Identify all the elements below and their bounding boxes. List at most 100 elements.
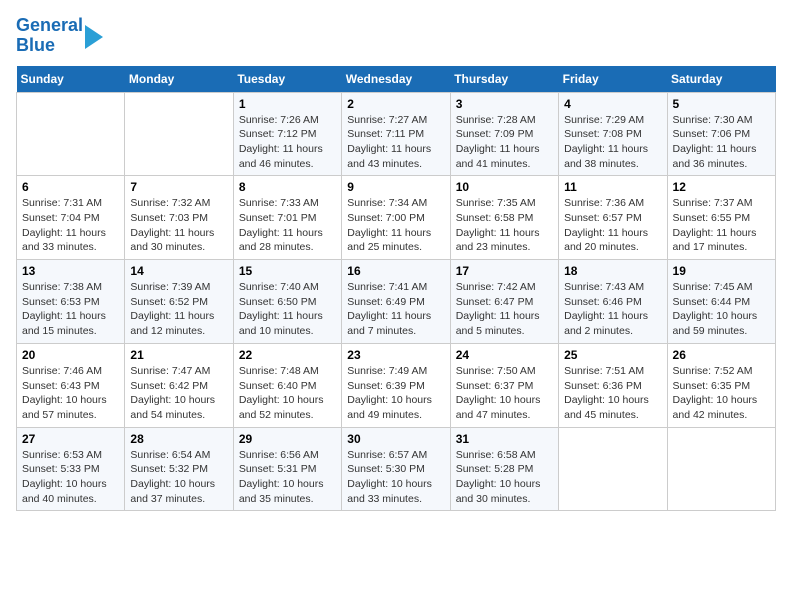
day-number: 23 [347,348,444,362]
day-info: Sunrise: 6:56 AM Sunset: 5:31 PM Dayligh… [239,448,336,507]
day-info: Sunrise: 7:52 AM Sunset: 6:35 PM Dayligh… [673,364,770,423]
day-info: Sunrise: 7:32 AM Sunset: 7:03 PM Dayligh… [130,196,227,255]
weekday-header-friday: Friday [559,66,667,93]
day-info: Sunrise: 7:36 AM Sunset: 6:57 PM Dayligh… [564,196,661,255]
day-number: 20 [22,348,119,362]
day-info: Sunrise: 7:41 AM Sunset: 6:49 PM Dayligh… [347,280,444,339]
calendar-cell: 1Sunrise: 7:26 AM Sunset: 7:12 PM Daylig… [233,92,341,176]
day-info: Sunrise: 7:48 AM Sunset: 6:40 PM Dayligh… [239,364,336,423]
day-number: 14 [130,264,227,278]
day-info: Sunrise: 7:43 AM Sunset: 6:46 PM Dayligh… [564,280,661,339]
day-number: 18 [564,264,661,278]
calendar-cell: 18 Sunrise: 7:43 AM Sunset: 6:46 PM Dayli… [559,260,667,344]
day-info: Sunrise: 7:34 AM Sunset: 7:00 PM Dayligh… [347,196,444,255]
logo: General Blue [16,16,103,56]
day-number: 21 [130,348,227,362]
day-number: 9 [347,180,444,194]
calendar-cell: 16 Sunrise: 7:41 AM Sunset: 6:49 PM Dayli… [342,260,450,344]
calendar-cell: 4 Sunrise: 7:29 AM Sunset: 7:08 PM Daylig… [559,92,667,176]
day-info: Sunrise: 6:54 AM Sunset: 5:32 PM Dayligh… [130,448,227,507]
calendar-cell: 23Sunrise: 7:49 AM Sunset: 6:39 PM Dayli… [342,343,450,427]
day-number: 25 [564,348,661,362]
day-number: 11 [564,180,661,194]
calendar-cell: 31Sunrise: 6:58 AM Sunset: 5:28 PM Dayli… [450,427,558,511]
day-info: Sunrise: 7:30 AM Sunset: 7:06 PM Dayligh… [673,113,770,172]
day-info: Sunrise: 7:38 AM Sunset: 6:53 PM Dayligh… [22,280,119,339]
calendar-cell: 3 Sunrise: 7:28 AM Sunset: 7:09 PM Daylig… [450,92,558,176]
calendar-cell [125,92,233,176]
day-info: Sunrise: 7:50 AM Sunset: 6:37 PM Dayligh… [456,364,553,423]
calendar-cell: 9 Sunrise: 7:34 AM Sunset: 7:00 PM Daylig… [342,176,450,260]
day-info: Sunrise: 7:37 AM Sunset: 6:55 PM Dayligh… [673,196,770,255]
calendar-cell: 12 Sunrise: 7:37 AM Sunset: 6:55 PM Dayli… [667,176,775,260]
day-info: Sunrise: 7:39 AM Sunset: 6:52 PM Dayligh… [130,280,227,339]
weekday-header-monday: Monday [125,66,233,93]
calendar-cell: 7 Sunrise: 7:32 AM Sunset: 7:03 PM Daylig… [125,176,233,260]
calendar-week-row: 27 Sunrise: 6:53 AM Sunset: 5:33 PM Dayli… [17,427,776,511]
day-number: 6 [22,180,119,194]
calendar-cell: 27 Sunrise: 6:53 AM Sunset: 5:33 PM Dayli… [17,427,125,511]
logo-text2: Blue [16,36,83,56]
calendar-week-row: 13 Sunrise: 7:38 AM Sunset: 6:53 PM Dayli… [17,260,776,344]
day-info: Sunrise: 7:27 AM Sunset: 7:11 PM Dayligh… [347,113,444,172]
weekday-header-tuesday: Tuesday [233,66,341,93]
calendar-cell: 14 Sunrise: 7:39 AM Sunset: 6:52 PM Dayli… [125,260,233,344]
day-info: Sunrise: 7:29 AM Sunset: 7:08 PM Dayligh… [564,113,661,172]
calendar-cell: 19 Sunrise: 7:45 AM Sunset: 6:44 PM Dayli… [667,260,775,344]
day-info: Sunrise: 6:53 AM Sunset: 5:33 PM Dayligh… [22,448,119,507]
day-number: 16 [347,264,444,278]
day-info: Sunrise: 7:31 AM Sunset: 7:04 PM Dayligh… [22,196,119,255]
day-number: 8 [239,180,336,194]
calendar-cell: 11 Sunrise: 7:36 AM Sunset: 6:57 PM Dayli… [559,176,667,260]
day-info: Sunrise: 7:35 AM Sunset: 6:58 PM Dayligh… [456,196,553,255]
calendar-cell: 2 Sunrise: 7:27 AM Sunset: 7:11 PM Daylig… [342,92,450,176]
calendar-cell: 29 Sunrise: 6:56 AM Sunset: 5:31 PM Dayli… [233,427,341,511]
day-info: Sunrise: 7:45 AM Sunset: 6:44 PM Dayligh… [673,280,770,339]
calendar-cell: 17 Sunrise: 7:42 AM Sunset: 6:47 PM Dayli… [450,260,558,344]
weekday-header-wednesday: Wednesday [342,66,450,93]
day-number: 17 [456,264,553,278]
day-number: 22 [239,348,336,362]
calendar-week-row: 1Sunrise: 7:26 AM Sunset: 7:12 PM Daylig… [17,92,776,176]
day-info: Sunrise: 7:33 AM Sunset: 7:01 PM Dayligh… [239,196,336,255]
calendar-cell [667,427,775,511]
calendar-cell: 5 Sunrise: 7:30 AM Sunset: 7:06 PM Daylig… [667,92,775,176]
calendar-cell: 22 Sunrise: 7:48 AM Sunset: 6:40 PM Dayli… [233,343,341,427]
weekday-header-sunday: Sunday [17,66,125,93]
day-info: Sunrise: 7:51 AM Sunset: 6:36 PM Dayligh… [564,364,661,423]
calendar-cell: 28Sunrise: 6:54 AM Sunset: 5:32 PM Dayli… [125,427,233,511]
day-number: 3 [456,97,553,111]
calendar-week-row: 6 Sunrise: 7:31 AM Sunset: 7:04 PM Daylig… [17,176,776,260]
calendar-cell: 26Sunrise: 7:52 AM Sunset: 6:35 PM Dayli… [667,343,775,427]
day-number: 5 [673,97,770,111]
day-info: Sunrise: 7:28 AM Sunset: 7:09 PM Dayligh… [456,113,553,172]
calendar-cell: 21 Sunrise: 7:47 AM Sunset: 6:42 PM Dayli… [125,343,233,427]
calendar-cell [559,427,667,511]
day-info: Sunrise: 7:42 AM Sunset: 6:47 PM Dayligh… [456,280,553,339]
day-number: 7 [130,180,227,194]
day-info: Sunrise: 7:26 AM Sunset: 7:12 PM Dayligh… [239,113,336,172]
day-number: 12 [673,180,770,194]
calendar-cell: 20 Sunrise: 7:46 AM Sunset: 6:43 PM Dayli… [17,343,125,427]
logo-text: General [16,16,83,36]
day-number: 2 [347,97,444,111]
day-number: 4 [564,97,661,111]
logo-arrow-icon [85,25,103,49]
calendar-cell: 24Sunrise: 7:50 AM Sunset: 6:37 PM Dayli… [450,343,558,427]
page-header: General Blue [16,16,776,56]
calendar-table: SundayMondayTuesdayWednesdayThursdayFrid… [16,66,776,512]
day-info: Sunrise: 7:46 AM Sunset: 6:43 PM Dayligh… [22,364,119,423]
calendar-cell: 25 Sunrise: 7:51 AM Sunset: 6:36 PM Dayli… [559,343,667,427]
calendar-week-row: 20 Sunrise: 7:46 AM Sunset: 6:43 PM Dayli… [17,343,776,427]
calendar-cell: 13 Sunrise: 7:38 AM Sunset: 6:53 PM Dayli… [17,260,125,344]
day-info: Sunrise: 7:40 AM Sunset: 6:50 PM Dayligh… [239,280,336,339]
day-number: 10 [456,180,553,194]
day-number: 27 [22,432,119,446]
day-number: 19 [673,264,770,278]
day-info: Sunrise: 6:57 AM Sunset: 5:30 PM Dayligh… [347,448,444,507]
day-number: 13 [22,264,119,278]
day-number: 29 [239,432,336,446]
day-number: 30 [347,432,444,446]
day-info: Sunrise: 6:58 AM Sunset: 5:28 PM Dayligh… [456,448,553,507]
day-info: Sunrise: 7:47 AM Sunset: 6:42 PM Dayligh… [130,364,227,423]
